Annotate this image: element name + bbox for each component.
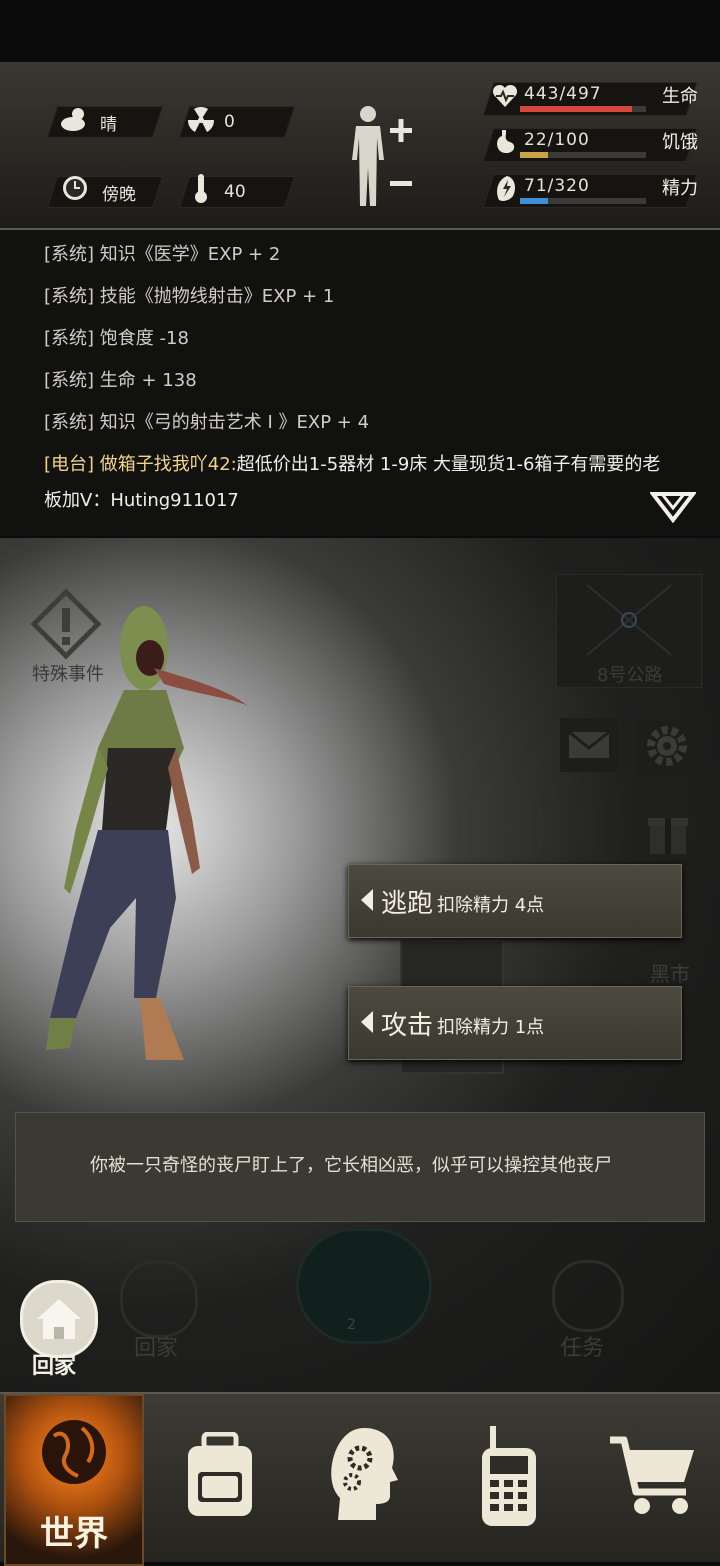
- radar-label: 2: [347, 1317, 356, 1333]
- thermometer-icon: [190, 172, 212, 210]
- head-gears-icon: [326, 1424, 400, 1528]
- settings-gear-icon[interactable]: [636, 718, 698, 774]
- task-label[interactable]: 任务: [560, 1330, 604, 1362]
- road-location[interactable]: 8号公路: [556, 574, 702, 688]
- energy-bar: [520, 198, 646, 204]
- event-message: 你被一只奇怪的丧尸盯上了，它长相凶恶，似乎可以操控其他丧尸: [90, 1155, 612, 1176]
- health-bar: [520, 106, 646, 112]
- nav-radio-tab[interactable]: [474, 1394, 544, 1562]
- nav-world-label: 世界: [40, 1514, 108, 1554]
- backpack-icon: [180, 1431, 260, 1524]
- message-log[interactable]: [系统] 知识《医学》EXP + 2 [系统] 技能《抛物线射击》EXP + 1…: [0, 230, 720, 536]
- attack-label: 攻击: [381, 1011, 434, 1041]
- character-status-button[interactable]: [348, 102, 420, 210]
- task-icon[interactable]: [552, 1260, 624, 1332]
- nav-world-tab[interactable]: 世界: [4, 1394, 144, 1566]
- map-scene: 特殊事件 8号公路 黑市 肅老头 2 回家 任务: [0, 538, 720, 1392]
- road-label: 8号公路: [597, 665, 663, 686]
- health-label: 生命: [662, 86, 698, 107]
- nav-backpack-tab[interactable]: [176, 1394, 260, 1562]
- radio-message: [电台] 做箱子找我吖42:超低价出1-5器材 1-9床 大量现货1-6箱子有需…: [44, 454, 661, 475]
- energy-value: 71/320: [524, 176, 590, 196]
- radio-message-cont: 板加V：Huting911017: [44, 490, 239, 511]
- heart-icon: [490, 82, 520, 116]
- log-line: [系统] 生命 + 138: [44, 370, 197, 391]
- walkie-talkie-icon: [476, 1424, 542, 1532]
- hunger-label: 饥饿: [662, 132, 698, 153]
- flee-label: 逃跑: [381, 889, 434, 919]
- home-button[interactable]: [20, 1280, 98, 1358]
- nav-skills-tab[interactable]: [322, 1394, 402, 1562]
- shopping-cart-icon: [606, 1434, 700, 1522]
- status-bar: 晴 0 傍晚 40 443/497 生命 22/100 饥饿 71/320 精力: [0, 62, 720, 230]
- home-ghost-icon: [120, 1260, 198, 1338]
- radar-icon[interactable]: 2: [296, 1228, 432, 1344]
- weather-icon: [58, 104, 92, 140]
- radiation-value: 0: [224, 112, 235, 132]
- flee-button[interactable]: 逃跑 扣除精力 4点: [348, 864, 682, 938]
- temperature-value: 40: [224, 182, 246, 202]
- log-line: [系统] 技能《抛物线射击》EXP + 1: [44, 286, 335, 307]
- zombie-enemy[interactable]: [36, 598, 266, 1068]
- bottom-nav: 世界: [0, 1392, 720, 1566]
- energy-label: 精力: [662, 178, 698, 199]
- log-line: [系统] 饱食度 -18: [44, 328, 189, 349]
- clock-icon: [60, 174, 90, 208]
- nav-shop-tab[interactable]: [600, 1394, 700, 1562]
- home-button-label[interactable]: 回家: [32, 1348, 76, 1380]
- event-message-box: 你被一只奇怪的丧尸盯上了，它长相凶恶，似乎可以操控其他丧尸: [15, 1112, 705, 1222]
- attack-arrow-icon: [361, 1011, 373, 1033]
- log-line: [系统] 知识《医学》EXP + 2: [44, 244, 281, 265]
- hunger-value: 22/100: [524, 130, 590, 150]
- weather-label: 晴: [100, 115, 117, 135]
- log-line: [系统] 知识《弓的射击艺术 I 》EXP + 4: [44, 412, 370, 433]
- health-value: 443/497: [524, 84, 602, 104]
- attack-button[interactable]: 攻击 扣除精力 1点: [348, 986, 682, 1060]
- time-label: 傍晚: [102, 185, 136, 205]
- globe-icon: [38, 1406, 110, 1506]
- home-ghost-label: 回家: [134, 1336, 179, 1361]
- expand-log-icon[interactable]: [648, 490, 698, 524]
- attack-cost: 扣除精力 1点: [437, 1017, 545, 1038]
- flee-cost: 扣除精力 4点: [437, 895, 545, 916]
- gift-icon[interactable]: [646, 808, 690, 856]
- mail-icon[interactable]: [560, 718, 618, 772]
- radiation-icon: [186, 106, 216, 140]
- flee-arrow-icon: [361, 889, 373, 911]
- black-market-label[interactable]: 黑市: [650, 958, 690, 987]
- energy-icon: [492, 174, 520, 208]
- hunger-bar: [520, 152, 646, 158]
- stomach-icon: [492, 128, 520, 162]
